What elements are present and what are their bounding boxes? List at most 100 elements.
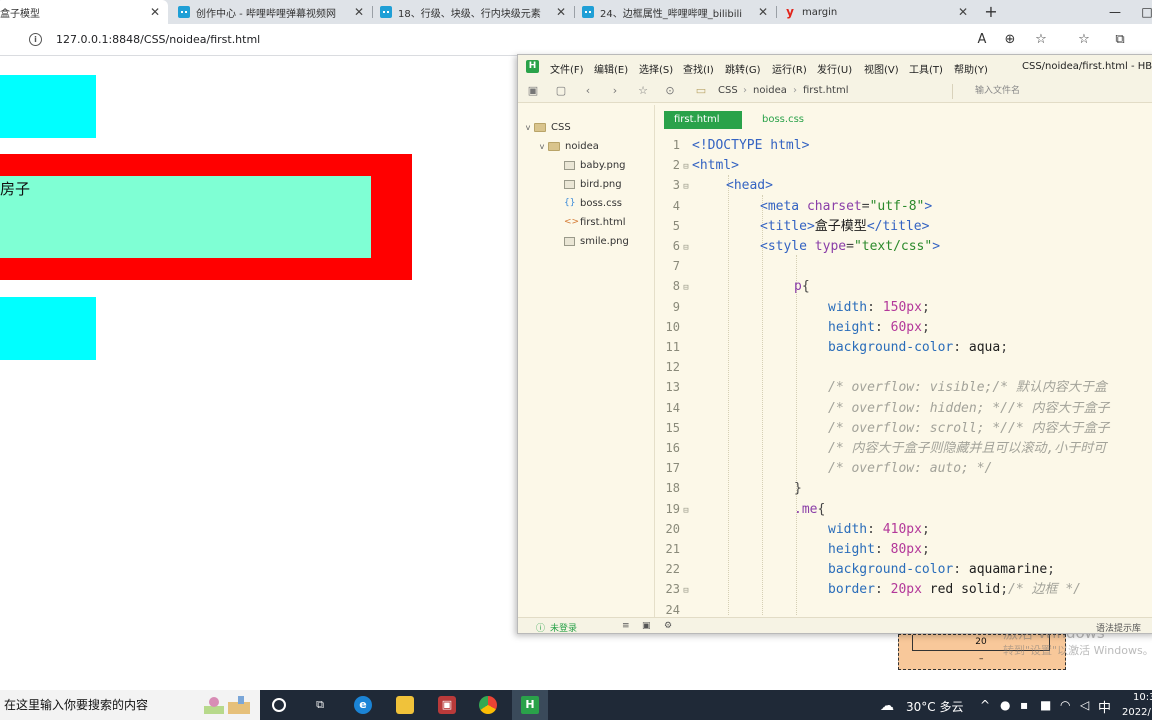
camera-icon[interactable]: ▪	[1020, 698, 1028, 712]
fold-toggle-icon[interactable]: ⊟	[680, 157, 692, 177]
close-icon[interactable]: ✕	[554, 5, 568, 19]
code-line[interactable]: 10 height: 60px;	[656, 317, 1152, 337]
code-line[interactable]: 23 ⊟ border: 20px red solid;/* 边框 */	[656, 579, 1152, 599]
url-field[interactable]: 127.0.0.1:8848/CSS/noidea/first.html	[56, 33, 260, 46]
media-player-icon[interactable]: ▣	[438, 696, 456, 714]
tree-item-noidea[interactable]: v noidea	[536, 138, 599, 154]
ime-indicator[interactable]: 中	[1098, 697, 1111, 716]
minimize-button[interactable]: —	[1098, 0, 1132, 24]
list-icon[interactable]: ≡	[622, 621, 630, 631]
close-icon[interactable]: ✕	[956, 5, 970, 19]
menu-file[interactable]: 文件(F)	[550, 61, 584, 76]
fold-toggle-icon[interactable]: ⊟	[680, 238, 692, 258]
code-line[interactable]: 11 background-color: aqua;	[656, 337, 1152, 357]
fold-toggle-icon[interactable]: ⊟	[680, 581, 692, 601]
menu-find[interactable]: 查找(I)	[683, 61, 714, 76]
hbuilder-taskbar-button[interactable]: H	[512, 690, 548, 720]
breadcrumb-file[interactable]: first.html	[803, 85, 849, 96]
wifi-icon[interactable]: ◠	[1060, 698, 1070, 712]
favorite-add-icon[interactable]: ☆	[1031, 30, 1051, 50]
code-line[interactable]: 12	[656, 357, 1152, 377]
tree-item-smile-png[interactable]: smile.png	[564, 233, 629, 249]
editor-tab-boss-css[interactable]: boss.css	[752, 111, 814, 129]
menu-view[interactable]: 视图(V)	[864, 61, 899, 76]
new-tab-button[interactable]: +	[982, 2, 1000, 22]
code-line[interactable]: 7	[656, 256, 1152, 276]
menu-run[interactable]: 运行(R)	[772, 61, 807, 76]
read-aloud-icon[interactable]: A	[972, 30, 992, 50]
login-status[interactable]: 未登录	[550, 621, 577, 633]
tree-item-boss-css[interactable]: {} boss.css	[564, 195, 622, 211]
code-line[interactable]: 14 /* overflow: hidden; *//* 内容大于盒子	[656, 398, 1152, 418]
new-file-icon[interactable]: ▣	[526, 84, 540, 98]
code-line[interactable]: 24	[656, 600, 1152, 617]
code-line[interactable]: 9 width: 150px;	[656, 297, 1152, 317]
edge-icon[interactable]: e	[354, 696, 372, 714]
tab-creator-center[interactable]: 创作中心 - 哔哩哔哩弹幕视频网 ✕	[172, 0, 372, 24]
code-line[interactable]: 18}	[656, 478, 1152, 498]
code-line[interactable]: 8 ⊟ p{	[656, 276, 1152, 296]
code-line[interactable]: 13 /* overflow: visible;/* 默认内容大于盒	[656, 377, 1152, 397]
volume-icon[interactable]: ◁	[1080, 698, 1089, 712]
fold-toggle-icon[interactable]: ⊟	[680, 501, 692, 521]
site-info-icon[interactable]: i	[29, 33, 42, 46]
code-line[interactable]: 22 background-color: aquamarine;	[656, 559, 1152, 579]
save-icon[interactable]: ▢	[554, 84, 568, 98]
fold-toggle-icon[interactable]: ⊟	[680, 177, 692, 197]
tab-border-properties[interactable]: 24、边框属性_哔哩哔哩_bilibili ✕	[576, 0, 776, 24]
tree-item-baby-png[interactable]: baby.png	[564, 157, 626, 173]
tray-app-icon[interactable]: ■	[1040, 698, 1051, 712]
menu-edit[interactable]: 编辑(E)	[594, 61, 628, 76]
favorites-icon[interactable]: ☆	[1074, 30, 1094, 50]
weather-text[interactable]: 30°C 多云	[906, 698, 963, 715]
task-view-icon[interactable]: ⧉	[311, 696, 329, 714]
tab-element-types[interactable]: 18、行级、块级、行内块级元素 ✕	[374, 0, 574, 24]
code-line[interactable]: 3 ⊟ <head>	[656, 175, 1152, 195]
qq-icon[interactable]: ●	[1000, 698, 1010, 712]
code-line[interactable]: 16 /* 内容大于盒子则隐藏并且可以滚动,小于时可	[656, 438, 1152, 458]
collections-icon[interactable]: ⧉	[1110, 30, 1130, 50]
code-line[interactable]: 19 ⊟ .me{	[656, 499, 1152, 519]
breadcrumb-noidea[interactable]: noidea	[753, 85, 787, 96]
code-line[interactable]: 5 <title>盒子模型</title>	[656, 216, 1152, 236]
code-line[interactable]: 2 ⊟ <html>	[656, 155, 1152, 175]
menu-select[interactable]: 选择(S)	[639, 61, 673, 76]
menu-publish[interactable]: 发行(U)	[817, 61, 852, 76]
tree-item-first-html[interactable]: <> first.html	[564, 214, 626, 230]
code-line[interactable]: 15 /* overflow: scroll; *//* 内容大于盒子	[656, 418, 1152, 438]
tree-item-bird-png[interactable]: bird.png	[564, 176, 622, 192]
settings-icon[interactable]: ⚙	[664, 621, 672, 631]
forward-icon[interactable]: ›	[608, 84, 622, 98]
menu-tools[interactable]: 工具(T)	[909, 61, 943, 76]
breadcrumb-css[interactable]: CSS	[718, 85, 738, 96]
menu-goto[interactable]: 跳转(G)	[725, 61, 761, 76]
code-editor[interactable]: 1 <!DOCTYPE html> 2 ⊟ <html> 3 ⊟ <head> 4 <meta c…	[656, 135, 1152, 617]
fold-toggle-icon[interactable]: ⊟	[680, 278, 692, 298]
code-line[interactable]: 4 <meta charset="utf-8">	[656, 196, 1152, 216]
code-line[interactable]: 6 ⊟ <style type="text/css">	[656, 236, 1152, 256]
chevron-up-icon[interactable]: ^	[980, 698, 990, 712]
code-line[interactable]: 21 height: 80px;	[656, 539, 1152, 559]
tab-box-model[interactable]: 盒子模型 ✕	[0, 0, 168, 24]
file-explorer-icon[interactable]	[396, 696, 414, 714]
file-search-input[interactable]: 输入文件名	[952, 84, 1152, 99]
maximize-button[interactable]: □	[1130, 0, 1152, 24]
bookmark-icon[interactable]: ☆	[636, 84, 650, 98]
clock-date[interactable]: 2022/	[1122, 707, 1151, 718]
close-icon[interactable]: ✕	[148, 5, 162, 19]
chrome-icon[interactable]	[479, 696, 497, 714]
zoom-icon[interactable]: ⊕	[1000, 30, 1020, 50]
task-view-circle-icon[interactable]	[272, 698, 286, 712]
tree-item-css[interactable]: v CSS	[522, 119, 571, 135]
back-icon[interactable]: ‹	[581, 84, 595, 98]
code-line[interactable]: 1 <!DOCTYPE html>	[656, 135, 1152, 155]
clock-time[interactable]: 10:3	[1133, 692, 1152, 703]
image-icon[interactable]: ▣	[642, 621, 651, 631]
editor-tab-first-html[interactable]: first.html	[664, 111, 742, 129]
menu-help[interactable]: 帮助(Y)	[954, 61, 988, 76]
run-icon[interactable]: ⊙	[663, 84, 677, 98]
close-icon[interactable]: ✕	[352, 5, 366, 19]
syntax-library[interactable]: 语法提示库	[1096, 621, 1141, 633]
code-line[interactable]: 20 width: 410px;	[656, 519, 1152, 539]
code-line[interactable]: 17 /* overflow: auto; */	[656, 458, 1152, 478]
